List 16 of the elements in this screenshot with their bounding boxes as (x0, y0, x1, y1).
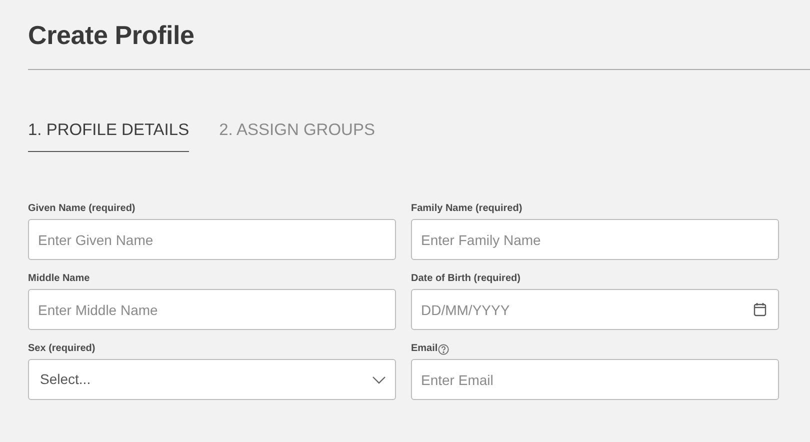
field-label: Middle Name (28, 272, 90, 286)
input-field[interactable]: Enter Family Name (411, 219, 779, 260)
field-label: Sex (required) (28, 342, 96, 356)
field-label: Family Name (required) (411, 202, 522, 216)
input-field[interactable]: Enter Given Name (28, 219, 396, 260)
field-label: Date of Birth (required) (411, 272, 520, 286)
calendar-icon (753, 302, 767, 317)
step-tab[interactable]: 1. PROFILE DETAILS (28, 119, 190, 152)
select-field[interactable]: Select... (28, 359, 396, 400)
field-label: Given Name (required) (28, 202, 136, 216)
field-label: Email (411, 342, 438, 356)
input-field[interactable]: Enter Middle Name (28, 289, 396, 330)
input-field[interactable]: Enter Email (411, 359, 779, 400)
page-title: Create Profile (27, 19, 196, 50)
chevron-down-icon (372, 376, 386, 384)
date-field[interactable]: DD/MM/YYYY (411, 289, 779, 330)
